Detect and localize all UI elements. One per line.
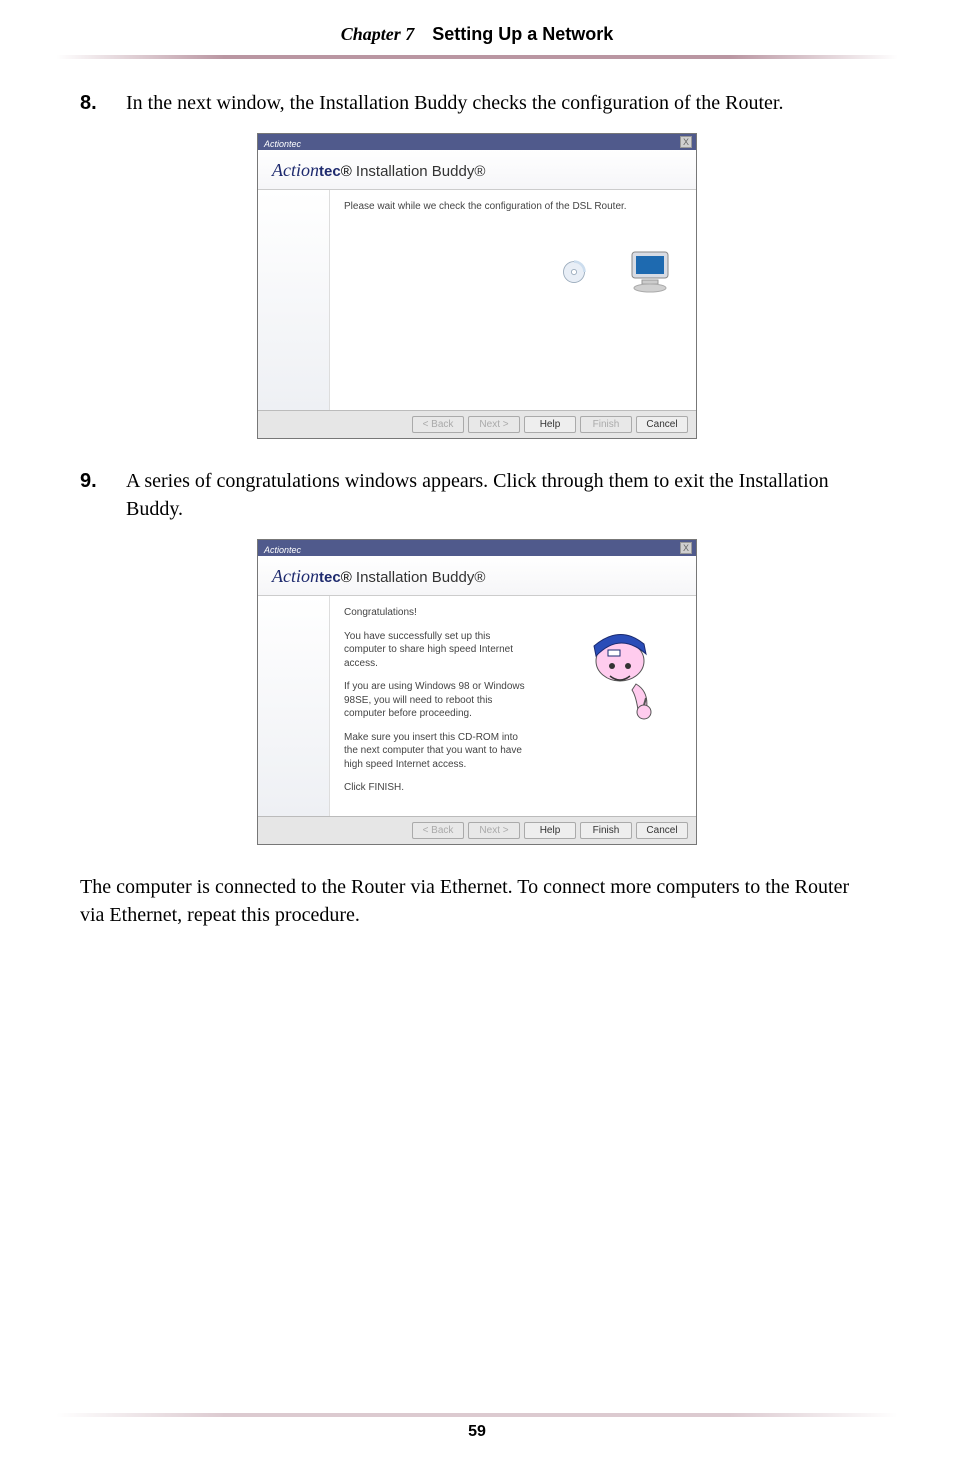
step-text: In the next window, the Installation Bud…	[126, 89, 783, 117]
footer-rule	[56, 1413, 898, 1417]
buddy-mascot-icon	[580, 626, 670, 736]
brand: Actiontec® Installation Buddy®	[272, 569, 485, 586]
cancel-button[interactable]: Cancel	[636, 416, 688, 433]
step-number: 9.	[80, 467, 106, 523]
page-number: 59	[0, 1423, 954, 1441]
dialog-buttons: < Back Next > Help Finish Cancel	[258, 816, 696, 844]
dialog-content: Please wait while we check the configura…	[330, 190, 696, 410]
brand: Actiontec® Installation Buddy®	[272, 163, 485, 180]
cancel-button[interactable]: Cancel	[636, 822, 688, 839]
titlebar-text: Actiontec	[258, 542, 301, 558]
dialog-header: Actiontec® Installation Buddy®	[258, 150, 696, 190]
titlebar-text: Actiontec	[258, 136, 301, 152]
closing-paragraph: The computer is connected to the Router …	[80, 873, 874, 929]
back-button[interactable]: < Back	[412, 416, 464, 433]
titlebar: Actiontec X	[258, 134, 696, 150]
installer-dialog-congrats: Actiontec X Actiontec® Installation Budd…	[257, 539, 697, 845]
dialog-sidebar	[258, 190, 330, 410]
finish-button[interactable]: Finish	[580, 416, 632, 433]
chapter-prefix: Chapter 7	[341, 24, 415, 44]
step-text: A series of congratulations windows appe…	[126, 467, 874, 523]
status-text: Please wait while we check the configura…	[344, 200, 682, 214]
congrats-line: Make sure you insert this CD-ROM into th…	[344, 731, 534, 772]
step-8: 8. In the next window, the Installation …	[80, 89, 874, 117]
next-button[interactable]: Next >	[468, 822, 520, 839]
close-icon[interactable]: X	[680, 542, 692, 554]
help-button[interactable]: Help	[524, 416, 576, 433]
progress-illustration	[560, 250, 676, 294]
back-button[interactable]: < Back	[412, 822, 464, 839]
monitor-icon	[628, 250, 676, 294]
chapter-header: Chapter 7 Setting Up a Network	[0, 0, 954, 45]
dialog-content: Congratulations! You have successfully s…	[330, 596, 696, 816]
congrats-line: Congratulations!	[344, 606, 682, 620]
cd-icon	[560, 258, 588, 286]
dialog-sidebar	[258, 596, 330, 816]
installer-dialog-check: Actiontec X Actiontec® Installation Budd…	[257, 133, 697, 439]
titlebar: Actiontec X	[258, 540, 696, 556]
congrats-line: Click FINISH.	[344, 781, 682, 795]
dialog-header: Actiontec® Installation Buddy®	[258, 556, 696, 596]
next-button[interactable]: Next >	[468, 416, 520, 433]
dialog-buttons: < Back Next > Help Finish Cancel	[258, 410, 696, 438]
chapter-title: Setting Up a Network	[432, 24, 613, 44]
step-number: 8.	[80, 89, 106, 117]
close-icon[interactable]: X	[680, 136, 692, 148]
congrats-line: If you are using Windows 98 or Windows 9…	[344, 680, 534, 721]
finish-button[interactable]: Finish	[580, 822, 632, 839]
step-9: 9. A series of congratulations windows a…	[80, 467, 874, 523]
congrats-line: You have successfully set up this comput…	[344, 630, 534, 671]
help-button[interactable]: Help	[524, 822, 576, 839]
